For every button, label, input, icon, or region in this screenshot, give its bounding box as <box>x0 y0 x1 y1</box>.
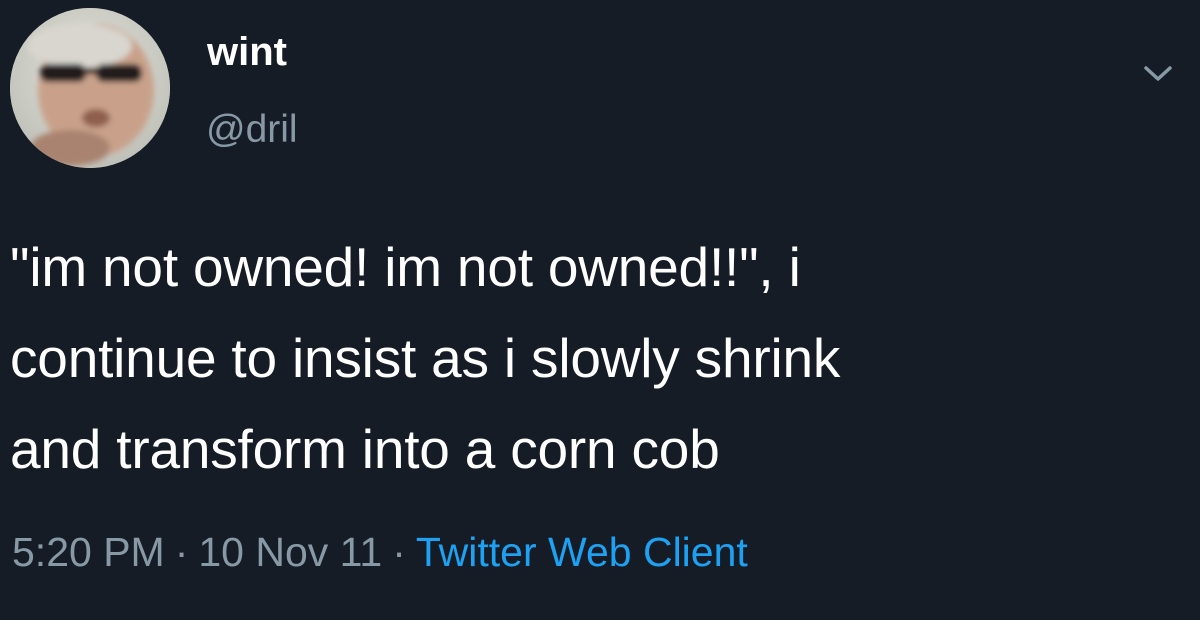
tweet-menu-button[interactable] <box>1138 58 1178 88</box>
user-handle[interactable]: @dril <box>206 106 298 154</box>
meta-separator: · <box>392 529 406 575</box>
display-name[interactable]: wint <box>207 28 287 76</box>
tweet-text: "im not owned! im not owned!!", i contin… <box>10 222 1190 495</box>
tweet-text-line: "im not owned! im not owned!!", i <box>10 236 801 298</box>
tweet-date[interactable]: 10 Nov 11 <box>198 529 382 575</box>
tweet-metadata: 5:20 PM · 10 Nov 11 · Twitter Web Client <box>12 526 748 578</box>
tweet-text-line: continue to insist as i slowly shrink <box>10 327 841 389</box>
meta-separator: · <box>174 529 189 575</box>
avatar[interactable] <box>10 8 170 168</box>
chevron-down-icon <box>1144 66 1172 81</box>
profile-photo-icon <box>10 8 170 168</box>
tweet-text-line: and transform into a corn cob <box>10 418 720 480</box>
tweet-time[interactable]: 5:20 PM <box>12 529 165 575</box>
client-link[interactable]: Twitter Web Client <box>416 529 748 575</box>
tweet-card: wint @dril "im not owned! im not owned!!… <box>0 0 1200 620</box>
